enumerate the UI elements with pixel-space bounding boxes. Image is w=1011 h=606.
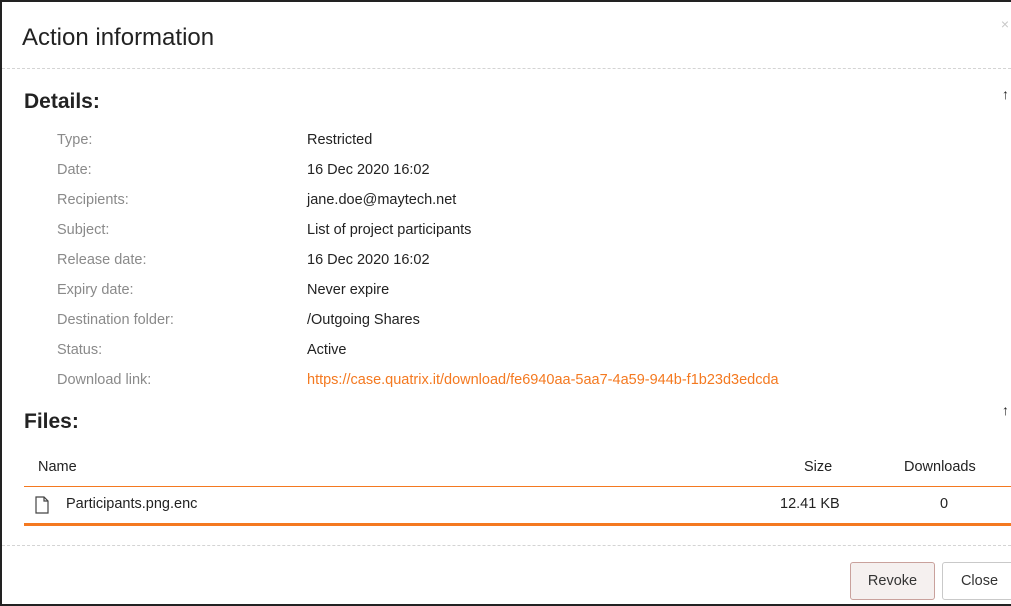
detail-label: Date: [57, 162, 92, 178]
detail-row-type: Type: Restricted [2, 132, 962, 162]
dialog-title: Action information [22, 24, 215, 51]
detail-label: Destination folder: [57, 312, 174, 328]
files-collapse-arrow-icon[interactable]: ↑ [1002, 402, 1009, 418]
detail-row-date: Date: 16 Dec 2020 16:02 [2, 162, 962, 192]
detail-value: jane.doe@maytech.net [307, 192, 457, 208]
revoke-button[interactable]: Revoke [850, 562, 935, 600]
file-name[interactable]: Participants.png.enc [66, 496, 197, 512]
files-table: Name Size Downloads Participants.png.enc… [24, 450, 1011, 526]
details-collapse-arrow-icon[interactable]: ↑ [1002, 86, 1009, 102]
detail-row-status: Status: Active [2, 342, 962, 372]
file-size: 12.41 KB [780, 496, 840, 512]
files-heading: Files: [24, 410, 79, 433]
details-heading: Details: [24, 90, 100, 113]
detail-row-download-link: Download link: https://case.quatrix.it/d… [2, 372, 962, 402]
detail-label: Download link: [57, 372, 152, 388]
detail-row-recipients: Recipients: jane.doe@maytech.net [2, 192, 962, 222]
detail-value: Restricted [307, 132, 373, 148]
details-list: Type: Restricted Date: 16 Dec 2020 16:02… [2, 132, 962, 402]
detail-label: Subject: [57, 222, 110, 238]
detail-label: Type: [57, 132, 93, 148]
detail-label: Recipients: [57, 192, 129, 208]
files-table-header: Name Size Downloads [24, 450, 1011, 487]
detail-value: 16 Dec 2020 16:02 [307, 252, 430, 268]
column-header-downloads[interactable]: Downloads [904, 459, 976, 475]
detail-value: 16 Dec 2020 16:02 [307, 162, 430, 178]
detail-row-subject: Subject: List of project participants [2, 222, 962, 252]
detail-row-destination-folder: Destination folder: /Outgoing Shares [2, 312, 962, 342]
detail-row-release-date: Release date: 16 Dec 2020 16:02 [2, 252, 962, 282]
detail-value: List of project participants [307, 222, 472, 238]
close-button[interactable]: Close [942, 562, 1011, 600]
column-header-size[interactable]: Size [804, 459, 832, 475]
dialog-header: Action information × [2, 2, 1011, 69]
detail-value: Active [307, 342, 347, 358]
detail-label: Expiry date: [57, 282, 134, 298]
detail-row-expiry-date: Expiry date: Never expire [2, 282, 962, 312]
table-row[interactable]: Participants.png.enc 12.41 KB 0 [24, 487, 1011, 526]
detail-label: Release date: [57, 252, 147, 268]
action-information-dialog: Action information × Details: ↑ Type: Re… [0, 0, 1011, 606]
dialog-footer-divider [2, 545, 1011, 546]
file-icon [35, 496, 49, 514]
detail-value: /Outgoing Shares [307, 312, 420, 328]
download-link[interactable]: https://case.quatrix.it/download/fe6940a… [307, 372, 779, 388]
column-header-name[interactable]: Name [38, 459, 77, 475]
file-downloads: 0 [940, 496, 949, 512]
close-icon[interactable]: × [1001, 16, 1009, 32]
detail-label: Status: [57, 342, 103, 358]
detail-value: Never expire [307, 282, 390, 298]
